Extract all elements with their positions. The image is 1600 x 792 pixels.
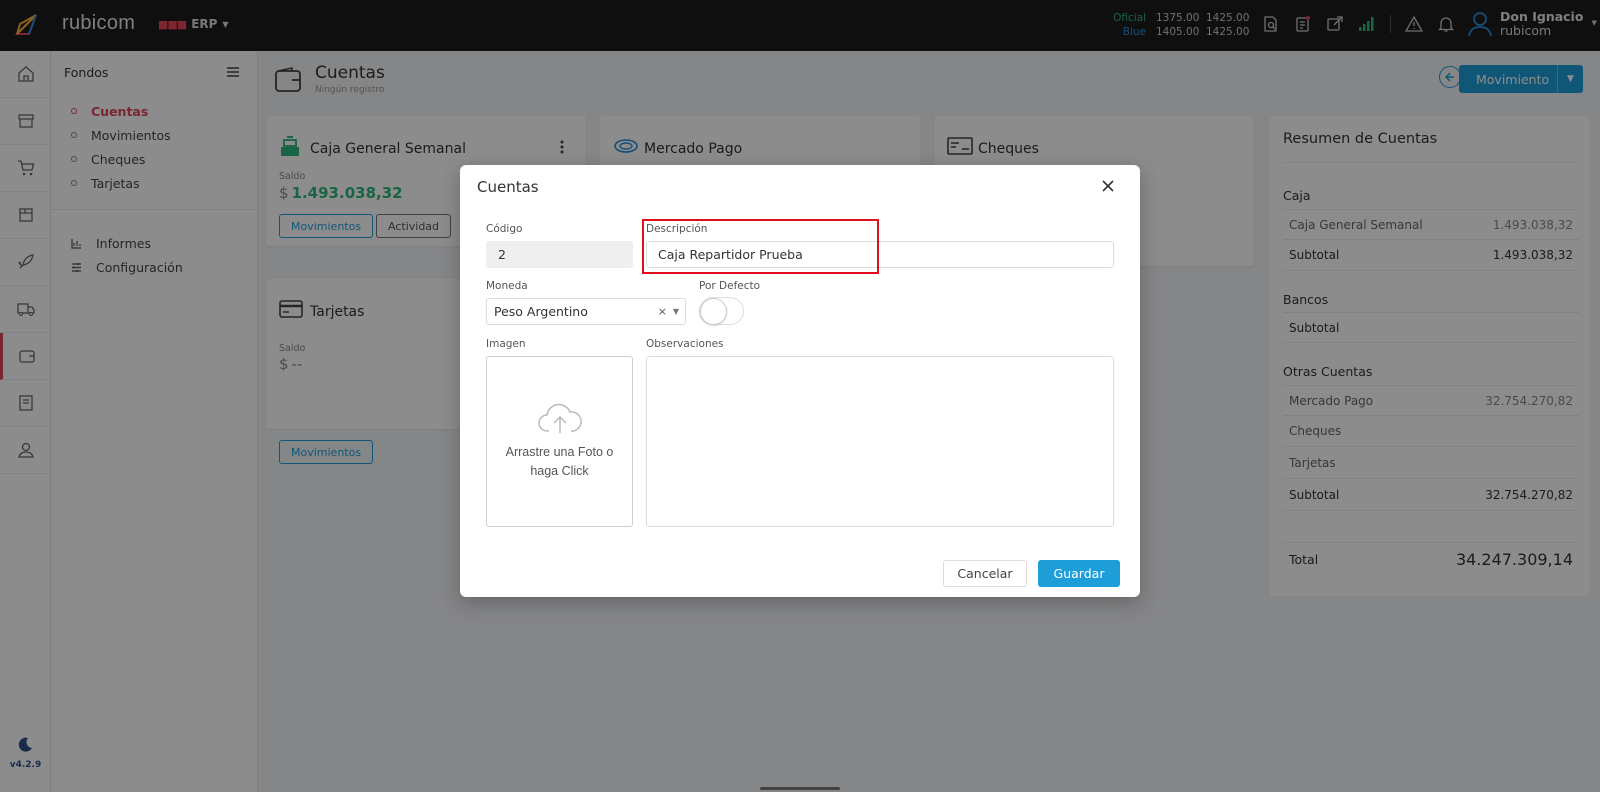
chevron-down-icon[interactable]: ▼ [673,307,679,316]
cancel-button[interactable]: Cancelar [943,560,1027,587]
close-icon [1102,180,1114,192]
dropzone-text: Arrastre una Foto o haga Click [505,444,614,478]
select-value: Peso Argentino [494,304,588,319]
clear-icon[interactable]: × [658,305,667,318]
cloud-upload-icon [537,403,582,433]
moneda-select[interactable]: Peso Argentino × ▼ [486,298,686,325]
close-button[interactable] [1098,176,1118,196]
imagen-label: Imagen [486,338,526,350]
moneda-label: Moneda [486,280,528,292]
por-defecto-label: Por Defecto [699,280,761,292]
por-defecto-toggle[interactable] [699,297,744,325]
image-dropzone[interactable]: Arrastre una Foto o haga Click [486,356,633,527]
observaciones-textarea[interactable] [646,356,1114,527]
codigo-field[interactable]: 2 [486,241,633,268]
toggle-knob [700,298,727,325]
observaciones-label: Observaciones [646,338,724,350]
codigo-label: Código [486,223,523,235]
highlight-box [642,219,879,274]
dialog-title: Cuentas [477,178,539,196]
save-button[interactable]: Guardar [1038,560,1120,587]
scrollbar[interactable] [760,787,840,790]
